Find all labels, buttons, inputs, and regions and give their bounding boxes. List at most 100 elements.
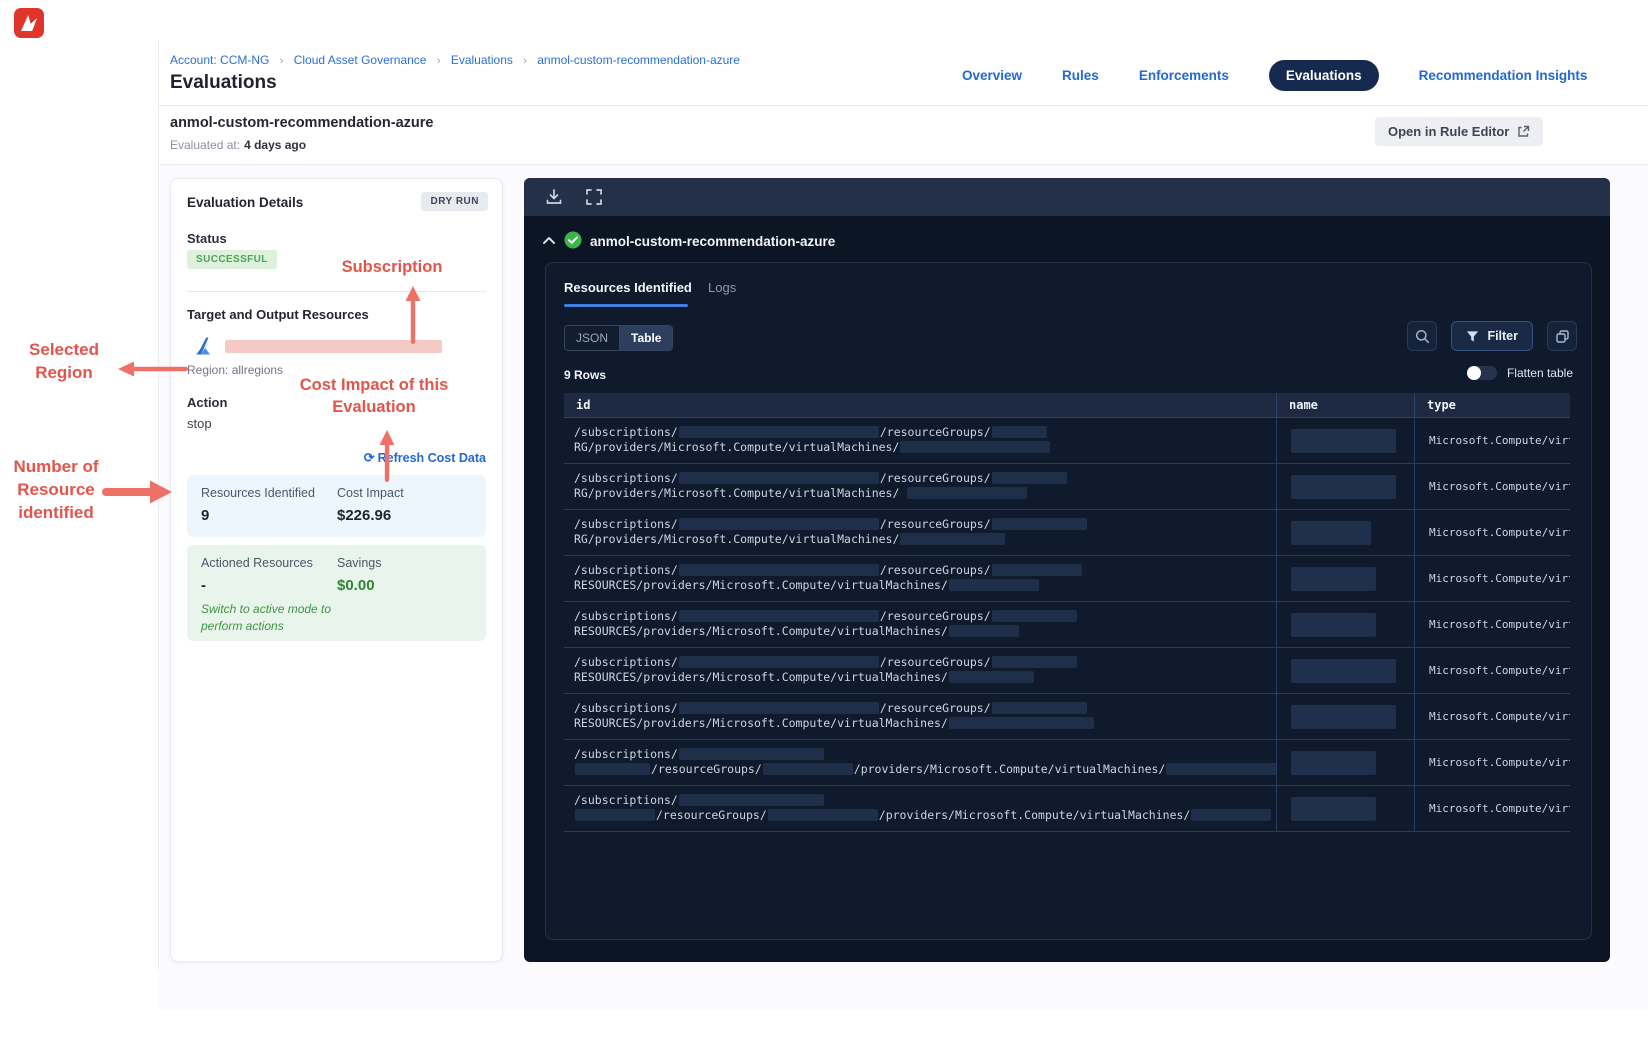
- id-text: /resourceGroups/: [879, 471, 991, 485]
- search-button[interactable]: [1407, 321, 1438, 351]
- status-label: Status: [187, 231, 227, 246]
- results-card: Resources Identified Logs JSON Table Fil…: [545, 262, 1592, 940]
- tab-logs[interactable]: Logs: [708, 280, 736, 295]
- table-row[interactable]: /subscriptions/ /resourceGroups/RESOURCES…: [564, 556, 1570, 602]
- redacted-value: [948, 717, 1094, 729]
- resources-identified-label: Resources Identified: [201, 486, 315, 500]
- redacted-value: [907, 487, 1028, 499]
- annotation-cost-impact-line1: Cost Impact of this: [299, 376, 449, 394]
- nav-rules[interactable]: Rules: [1062, 68, 1099, 83]
- evaluation-details-card: Evaluation Details DRY RUN Status SUCCES…: [170, 178, 503, 962]
- id-text: /resourceGroups/: [879, 609, 991, 623]
- id-text: /subscriptions/: [574, 655, 678, 669]
- table-row[interactable]: /subscriptions/ /resourceGroups/RESOURCES…: [564, 602, 1570, 648]
- redacted-name: [1291, 659, 1396, 683]
- page-title: Evaluations: [170, 72, 277, 93]
- tab-resources-identified[interactable]: Resources Identified: [564, 280, 692, 295]
- view-option-json[interactable]: JSON: [565, 326, 621, 350]
- table-row[interactable]: /subscriptions/ /resourceGroups/RESOURCES…: [564, 648, 1570, 694]
- breadcrumb-separator: ›: [279, 55, 284, 67]
- table-row[interactable]: /subscriptions/ /resourceGroups/RESOURCES…: [564, 694, 1570, 740]
- filter-button[interactable]: Filter: [1451, 321, 1533, 351]
- id-text: /providers/Microsoft.Compute/virtualMach…: [878, 808, 1191, 822]
- resources-table: id name type /subscriptions//resourceGro…: [564, 393, 1570, 832]
- annotation-arrow-subscription: [405, 286, 421, 344]
- annotation-resource-count-line2: Resource: [17, 479, 95, 499]
- id-text: RG/providers/Microsoft.Compute/virtualMa…: [574, 532, 900, 546]
- redacted-name: [1291, 521, 1371, 545]
- redacted-value: [991, 564, 1082, 576]
- nav-recommendation-insights[interactable]: Recommendation Insights: [1419, 68, 1588, 83]
- redacted-name: [1291, 429, 1396, 453]
- column-header-name[interactable]: name: [1276, 393, 1414, 417]
- annotation-arrow-cost-impact: [379, 430, 395, 482]
- redacted-value: [678, 518, 879, 530]
- results-evaluation-title[interactable]: anmol-custom-recommendation-azure: [590, 234, 835, 249]
- cell-id: /subscriptions/ /resourceGroups/RG/provid…: [564, 464, 1276, 509]
- id-text: RESOURCES/providers/Microsoft.Compute/vi…: [574, 578, 948, 592]
- savings-label: Savings: [337, 556, 382, 570]
- actioned-resources-label: Actioned Resources: [201, 556, 313, 570]
- redacted-value: [991, 610, 1077, 622]
- view-option-table[interactable]: Table: [620, 326, 673, 350]
- redacted-value: [678, 472, 879, 484]
- search-icon: [1415, 329, 1429, 343]
- id-text: /subscriptions/: [574, 609, 678, 623]
- table-row[interactable]: /subscriptions/ /resourceGroups/RG/provid…: [564, 464, 1570, 510]
- resources-identified-value: 9: [201, 507, 210, 524]
- breadcrumb-item-governance[interactable]: Cloud Asset Governance: [294, 53, 427, 67]
- cell-type: Microsoft.Compute/virtu: [1414, 648, 1570, 693]
- header-divider: [158, 105, 1648, 106]
- breadcrumb-separator: ›: [523, 55, 527, 67]
- cell-type: Microsoft.Compute/virtu: [1414, 510, 1570, 555]
- id-text: /resourceGroups/: [879, 701, 991, 715]
- action-value: stop: [187, 416, 212, 431]
- copy-icon: [1555, 329, 1569, 343]
- breadcrumb-item-evaluations[interactable]: Evaluations: [451, 53, 513, 67]
- cell-id: /subscriptions/ /resourceGroups/RG/provid…: [564, 418, 1276, 463]
- details-divider: [187, 291, 486, 292]
- dry-run-badge: DRY RUN: [421, 192, 488, 211]
- annotation-arrow-selected-region: [118, 361, 188, 377]
- cell-name: [1276, 740, 1414, 785]
- cell-name: [1276, 602, 1414, 647]
- redacted-value: [762, 763, 853, 775]
- breadcrumb-item-rule[interactable]: anmol-custom-recommendation-azure: [537, 53, 740, 67]
- table-row[interactable]: /subscriptions/ /resourceGroups/RG/provid…: [564, 510, 1570, 556]
- annotation-resource-count: Number of Resource identified: [4, 456, 108, 525]
- id-text: /resourceGroups/: [879, 425, 991, 439]
- cell-id: /subscriptions/ /resourceGroups/RESOURCES…: [564, 648, 1276, 693]
- table-row[interactable]: /subscriptions/ /resourceGroups/RG/provid…: [564, 418, 1570, 464]
- annotation-selected-region-line2: Region: [35, 362, 93, 382]
- collapse-chevron-up-icon[interactable]: [542, 236, 556, 245]
- id-text: /subscriptions/: [574, 517, 678, 531]
- nav-overview[interactable]: Overview: [962, 68, 1022, 83]
- redacted-value: [678, 702, 879, 714]
- evaluation-name-title: anmol-custom-recommendation-azure: [170, 115, 434, 131]
- nav-enforcements[interactable]: Enforcements: [1139, 68, 1229, 83]
- active-mode-note-line2: perform actions: [201, 618, 284, 633]
- cost-impact-value: $226.96: [337, 507, 392, 524]
- table-row[interactable]: /subscriptions//resourceGroups/ /provider…: [564, 786, 1570, 832]
- fullscreen-icon[interactable]: [584, 187, 604, 207]
- redacted-value: [991, 656, 1077, 668]
- column-header-id[interactable]: id: [564, 393, 1276, 417]
- copy-button[interactable]: [1547, 321, 1577, 351]
- redacted-value: [991, 426, 1047, 438]
- cell-id: /subscriptions/ /resourceGroups/RESOURCES…: [564, 556, 1276, 601]
- rows-count: 9 Rows: [564, 368, 607, 382]
- nav-evaluations-active[interactable]: Evaluations: [1268, 60, 1379, 91]
- breadcrumb-separator: ›: [436, 55, 441, 67]
- table-row[interactable]: /subscriptions//resourceGroups/ /provider…: [564, 740, 1570, 786]
- flatten-table-label: Flatten table: [1506, 366, 1573, 380]
- download-icon[interactable]: [544, 187, 564, 207]
- open-rule-editor-button[interactable]: Open in Rule Editor: [1375, 117, 1544, 146]
- results-panel: anmol-custom-recommendation-azure Resour…: [524, 178, 1610, 962]
- cell-id: /subscriptions/ /resourceGroups/RESOURCES…: [564, 694, 1276, 739]
- cell-name: [1276, 648, 1414, 693]
- column-header-type[interactable]: type: [1414, 393, 1570, 417]
- cell-name: [1276, 556, 1414, 601]
- breadcrumb-item-account[interactable]: Account: CCM-NG: [170, 53, 269, 67]
- flatten-table-toggle[interactable]: [1466, 366, 1497, 380]
- id-text: /resourceGroups/: [879, 517, 991, 531]
